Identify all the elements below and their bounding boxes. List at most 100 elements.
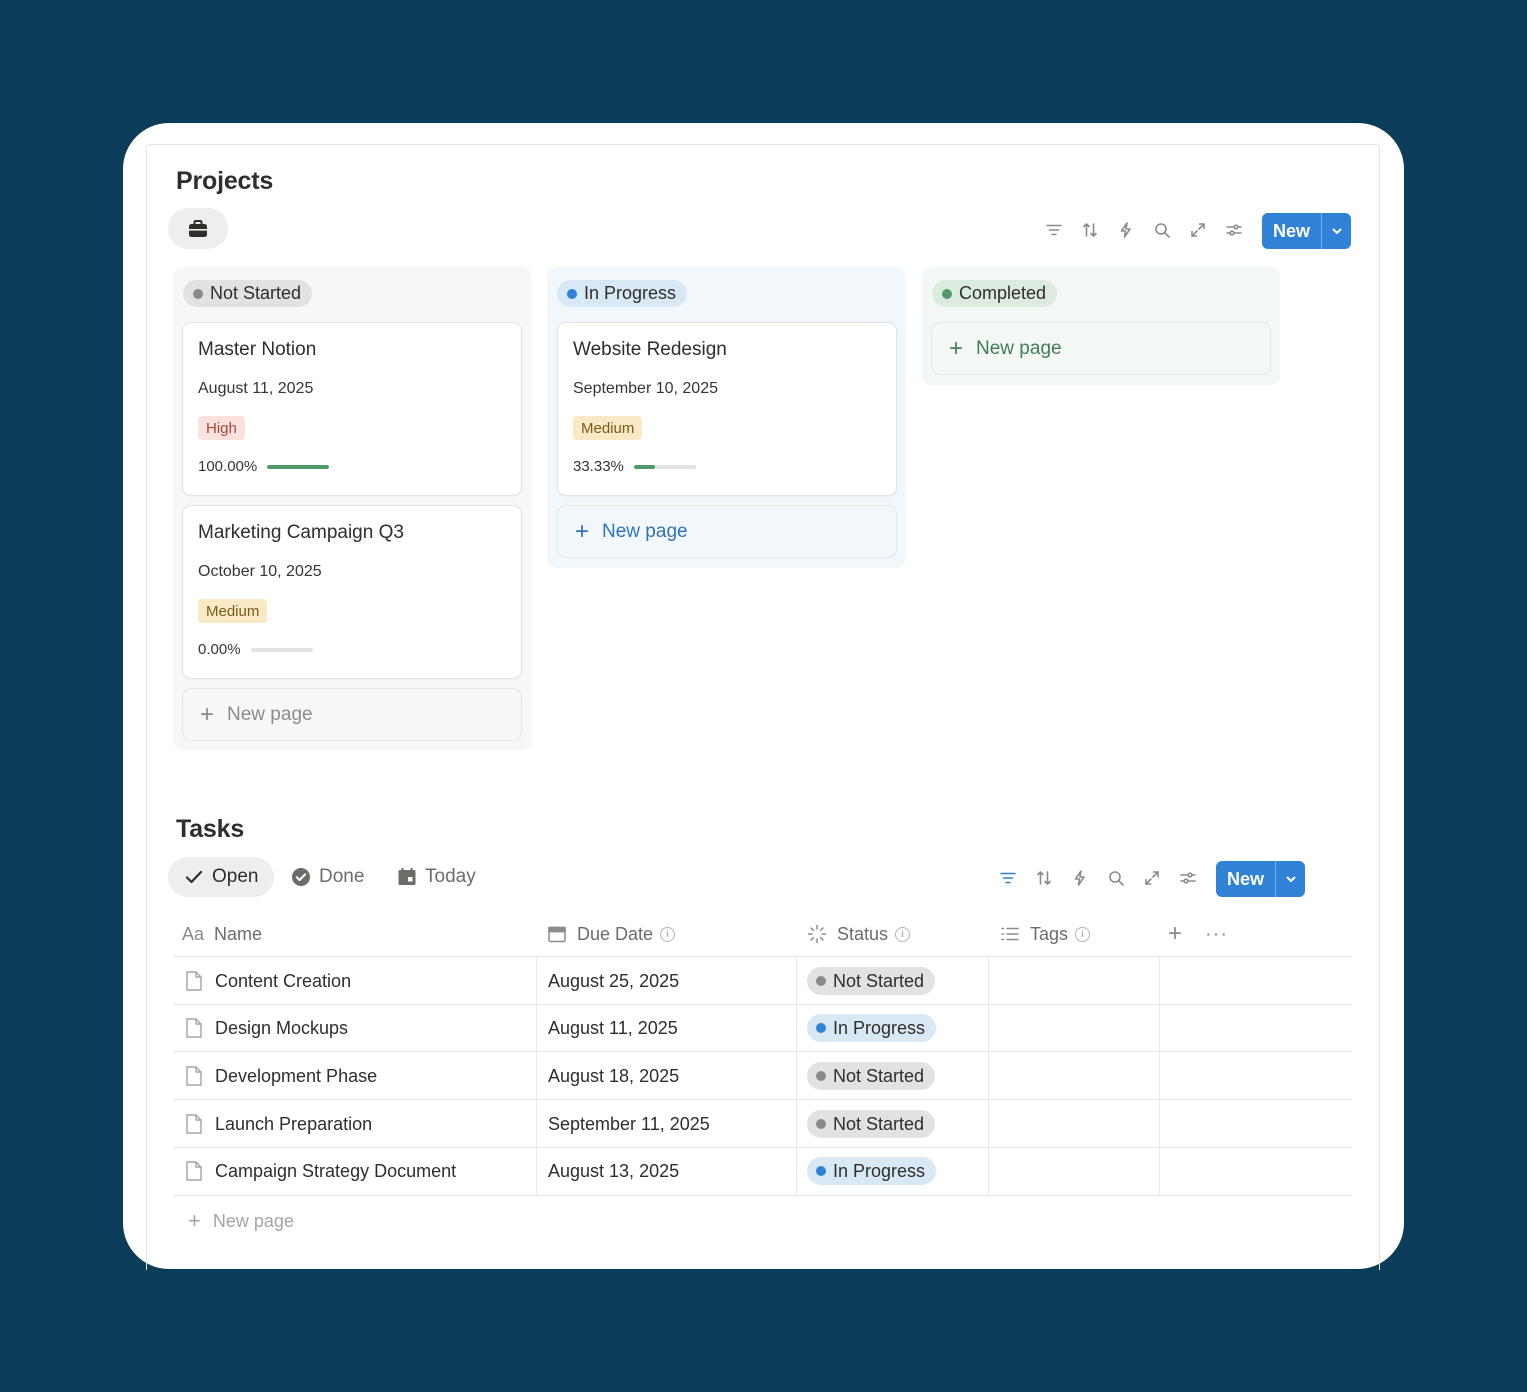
column-header-not-started: Not Started [183, 280, 313, 307]
status-badge[interactable]: In Progress [807, 1014, 937, 1042]
info-icon[interactable]: i [895, 926, 911, 942]
search-icon[interactable] [1150, 218, 1174, 242]
new-page-label: New page [602, 520, 688, 542]
page-icon [186, 1114, 202, 1134]
row-due-date[interactable]: August 11, 2025 [548, 1004, 678, 1052]
sort-icon[interactable] [1032, 866, 1056, 890]
new-button-label[interactable]: New [1262, 213, 1321, 249]
status-dot-icon [816, 1023, 826, 1033]
filter-icon[interactable] [1042, 218, 1066, 242]
more-options-ellipsis-icon[interactable]: ··· [1205, 920, 1228, 948]
table-row[interactable]: Launch Preparation September 11, 2025 No… [173, 1100, 1352, 1148]
new-page-button[interactable]: + New page [182, 688, 522, 741]
row-name-cell[interactable]: Design Mockups [184, 1004, 348, 1052]
sort-icon[interactable] [1078, 218, 1102, 242]
projects-toolbar [1042, 218, 1258, 242]
row-name-cell[interactable]: Campaign Strategy Document [184, 1147, 456, 1195]
briefcase-icon [189, 219, 207, 237]
project-card[interactable]: Master Notion August 11, 2025 High 100.0… [182, 322, 522, 496]
status-dot-icon [942, 288, 952, 299]
status-label: In Progress [833, 1017, 926, 1038]
automation-lightning-icon[interactable] [1068, 866, 1092, 890]
column-header-name[interactable]: Aa Name [182, 920, 262, 948]
row-due-date[interactable]: August 25, 2025 [548, 957, 679, 1005]
settings-sliders-icon[interactable] [1176, 866, 1200, 890]
priority-badge: Medium [198, 599, 268, 623]
row-name-cell[interactable]: Content Creation [184, 957, 351, 1005]
list-icon [1001, 927, 1019, 941]
tab-label: Today [425, 866, 476, 887]
row-name-cell[interactable]: Launch Preparation [184, 1100, 372, 1148]
progress-bar-fill [267, 464, 330, 469]
row-name: Design Mockups [215, 1017, 349, 1038]
status-badge[interactable]: In Progress [807, 1157, 937, 1185]
row-name: Content Creation [215, 970, 352, 991]
status-label: Not Started [833, 970, 925, 991]
info-icon[interactable]: i [1075, 926, 1091, 942]
progress-label: 100.00% [198, 458, 258, 475]
table-row[interactable]: Development Phase August 18, 2025 Not St… [173, 1052, 1352, 1100]
card-date: September 10, 2025 [573, 380, 718, 397]
column-header-label: Tags [1030, 923, 1069, 944]
status-badge[interactable]: Not Started [807, 967, 936, 995]
search-icon[interactable] [1104, 866, 1128, 890]
card-title: Marketing Campaign Q3 [198, 522, 404, 543]
column-header-label: In Progress [584, 283, 677, 303]
progress-bar-fill [633, 464, 655, 469]
plus-icon: + [200, 700, 215, 728]
table-row[interactable]: Campaign Strategy Document August 13, 20… [173, 1147, 1352, 1195]
chevron-down-icon[interactable] [1321, 213, 1351, 249]
new-page-label: New page [227, 703, 313, 725]
tab-open[interactable]: Open [168, 857, 275, 897]
status-badge[interactable]: Not Started [807, 1110, 936, 1138]
status-dot-icon [816, 1166, 826, 1176]
tasks-new-page-button[interactable]: + New page [188, 1207, 294, 1235]
new-page-button[interactable]: + New page [931, 322, 1271, 375]
new-button-label[interactable]: New [1216, 861, 1275, 897]
progress-bar [250, 647, 313, 652]
project-card[interactable]: Website Redesign September 10, 2025 Medi… [557, 322, 897, 496]
expand-icon[interactable] [1186, 218, 1210, 242]
status-badge[interactable]: Not Started [807, 1062, 936, 1090]
project-card[interactable]: Marketing Campaign Q3 October 10, 2025 M… [182, 505, 522, 679]
table-row[interactable]: Content Creation August 25, 2025 Not Sta… [173, 957, 1352, 1005]
status-dot-icon [567, 288, 577, 299]
column-header-due-date[interactable]: Due Date i [547, 920, 676, 948]
automation-lightning-icon[interactable] [1114, 218, 1138, 242]
new-page-button[interactable]: + New page [557, 505, 897, 558]
table-row[interactable]: Design Mockups August 11, 2025 In Progre… [173, 1004, 1352, 1052]
row-name: Launch Preparation [215, 1113, 373, 1134]
row-name: Campaign Strategy Document [215, 1160, 457, 1181]
card-date: October 10, 2025 [198, 563, 322, 580]
projects-new-button[interactable]: New [1262, 213, 1352, 249]
column-header-tags[interactable]: Tags i [1000, 920, 1091, 948]
tab-today[interactable]: Today [397, 857, 476, 897]
tab-done[interactable]: Done [291, 857, 364, 897]
row-name-cell[interactable]: Development Phase [184, 1052, 377, 1100]
status-label: In Progress [833, 1160, 926, 1181]
column-header-status[interactable]: Status i [807, 920, 911, 948]
progress: 33.33% [573, 458, 696, 475]
settings-sliders-icon[interactable] [1222, 218, 1246, 242]
add-property-plus-icon[interactable]: + [1168, 920, 1182, 948]
board-view-tab[interactable] [168, 208, 228, 249]
status-dot-icon [816, 976, 826, 986]
row-due-date[interactable]: August 13, 2025 [548, 1147, 679, 1195]
plus-icon: + [575, 517, 590, 545]
tab-label: Done [319, 866, 365, 887]
progress: 100.00% [198, 458, 330, 475]
row-due-date[interactable]: September 11, 2025 [548, 1100, 710, 1148]
chevron-down-icon[interactable] [1275, 861, 1305, 897]
filter-icon[interactable] [996, 866, 1020, 890]
row-divider [173, 1195, 1352, 1196]
tab-label: Open [212, 866, 259, 887]
status-dot-icon [816, 1119, 826, 1129]
priority-badge: High [198, 416, 245, 440]
row-due-date[interactable]: August 18, 2025 [548, 1052, 679, 1100]
info-icon[interactable]: i [660, 926, 676, 942]
expand-icon[interactable] [1140, 866, 1164, 890]
tasks-new-button[interactable]: New [1216, 861, 1306, 897]
plus-icon: + [949, 334, 964, 362]
card-title: Website Redesign [573, 339, 727, 360]
calendar-icon [548, 926, 566, 943]
